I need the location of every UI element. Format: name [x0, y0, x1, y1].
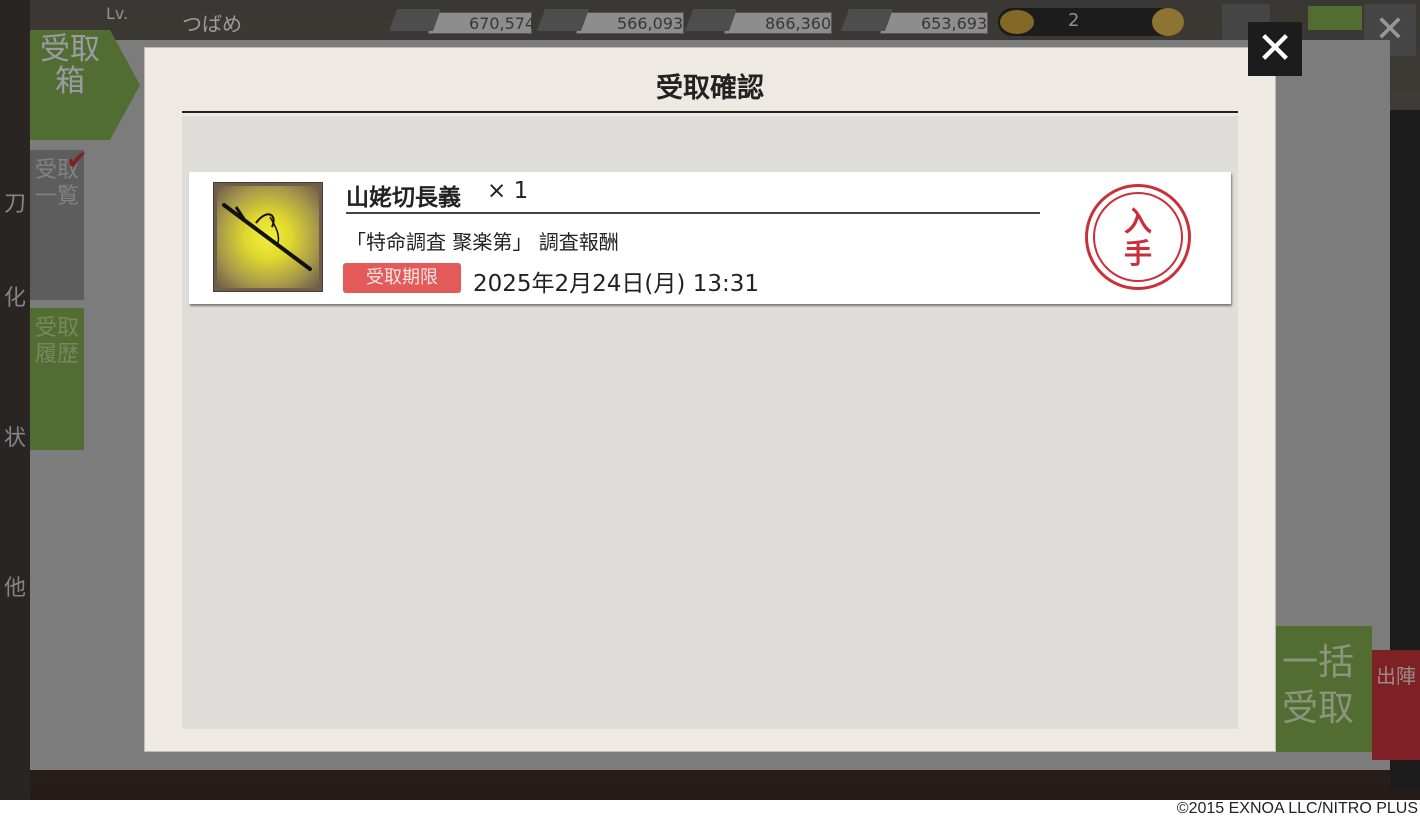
dialog-title: 受取確認	[656, 73, 764, 104]
stamp-top-char: 入	[1123, 205, 1152, 238]
list-item[interactable]: 山姥切長義 × 1 「特命調査 聚楽第」 調査報酬 受取期限 2025年2月24…	[189, 172, 1231, 304]
deadline-badge: 受取期限	[343, 263, 461, 293]
receive-confirm-dialog: 受取確認 山姥切長義 × 1 「特命調査 聚楽第」 調査報酬 受取期限 2025…	[145, 48, 1275, 751]
item-divider	[346, 212, 1040, 214]
copyright: ©2015 EXNOA LLC/NITRO PLUS	[1176, 800, 1418, 817]
sword-icon	[222, 203, 312, 271]
item-quantity: × 1	[487, 178, 529, 204]
stamp-bottom-char: 手	[1123, 237, 1152, 270]
stamp-inner: 入 手	[1093, 192, 1183, 282]
title-divider	[182, 111, 1238, 113]
item-name: 山姥切長義	[346, 184, 461, 211]
acquired-stamp: 入 手	[1085, 184, 1191, 290]
close-x-icon[interactable]: ✕	[1248, 22, 1302, 76]
item-thumbnail	[213, 182, 323, 292]
item-source: 「特命調査 聚楽第」 調査報酬	[346, 230, 619, 254]
deadline-value: 2025年2月24日(月) 13:31	[473, 271, 759, 297]
